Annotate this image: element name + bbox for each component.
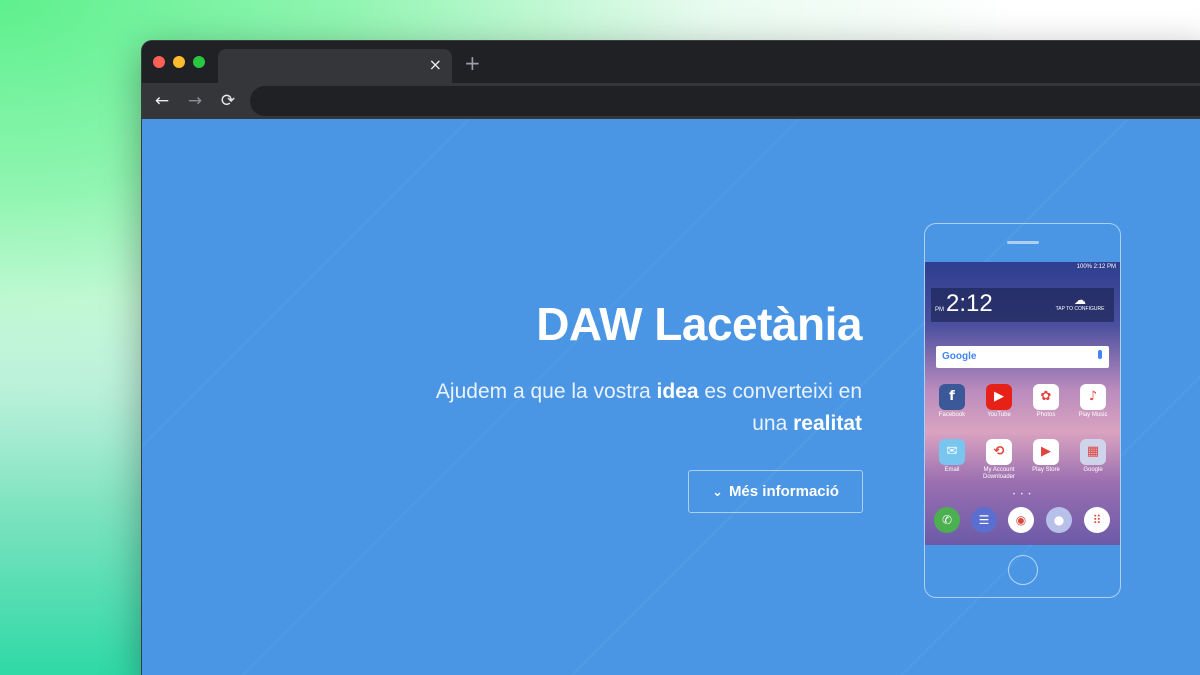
minimize-window-button[interactable] [173, 56, 185, 68]
clock-time: 2:12 [946, 290, 993, 317]
weather-widget: ☁ TAP TO CONFIGURE [1050, 294, 1110, 312]
reload-icon[interactable]: ⟳ [218, 91, 238, 111]
phone-speaker [1007, 241, 1039, 244]
app-icon: ♪ [1080, 384, 1106, 410]
mic-icon [1098, 350, 1102, 359]
clock-ampm: PM [935, 307, 944, 313]
close-window-button[interactable] [153, 56, 165, 68]
address-bar[interactable] [250, 86, 1200, 116]
phone-mockup: 100% 2:12 PM PM 2:12 ☁ TAP TO CONFIGURE … [924, 223, 1121, 598]
app-label: Photos [1036, 412, 1056, 418]
apps-icon: ⠿ [1084, 507, 1110, 533]
app-label: My Account Downloader [982, 467, 1016, 480]
app-youtube: ▶ YouTube [976, 384, 1022, 419]
chrome-icon: ◉ [1008, 507, 1034, 533]
phone-status-bar: 100% 2:12 PM [1076, 264, 1116, 270]
hero-title: DAW Lacetània [536, 298, 862, 350]
weather-label: TAP TO CONFIGURE [1055, 306, 1105, 312]
app-email: ✉ Email [929, 439, 975, 474]
app-google: ▦ Google [1070, 439, 1116, 474]
app-label: Play Music [1078, 412, 1108, 418]
app-icon: f [939, 384, 965, 410]
app-label: Facebook [938, 412, 966, 418]
app-icon: ▦ [1080, 439, 1106, 465]
more-info-button[interactable]: ⌄ Més informació [688, 470, 863, 513]
messages-icon: ☰ [971, 507, 997, 533]
forward-arrow-icon[interactable]: → [185, 91, 205, 111]
new-tab-button[interactable]: + [464, 52, 481, 74]
more-info-label: Més informació [728, 483, 839, 500]
close-icon[interactable]: × [429, 55, 442, 75]
title-bar: × + [142, 41, 1200, 83]
chevron-down-icon: ⌄ [712, 485, 723, 500]
hero-subtitle-bold-realitat: realitat [793, 412, 862, 435]
page-indicator: • • • [1013, 492, 1033, 498]
app-play-store: ▶ Play Store [1023, 439, 1069, 474]
hero-subtitle: Ajudem a que la vostra idea es convertei… [402, 376, 862, 440]
phone-icon: ✆ [934, 507, 960, 533]
maximize-window-button[interactable] [193, 56, 205, 68]
app-play-music: ♪ Play Music [1070, 384, 1116, 419]
hero-subtitle-bold-idea: idea [656, 380, 699, 403]
phone-home-button [1008, 555, 1038, 585]
clock-widget: PM 2:12 ☁ TAP TO CONFIGURE [931, 288, 1114, 322]
app-icon: ⟲ [986, 439, 1012, 465]
app-icon: ▶ [1033, 439, 1059, 465]
google-logo: Google [942, 351, 977, 362]
app-icon: ✿ [1033, 384, 1059, 410]
google-search-bar: Google [936, 346, 1109, 368]
app-icon: ✉ [939, 439, 965, 465]
hero-subtitle-text-1: Ajudem a que la vostra [435, 380, 657, 403]
app-icon: ▶ [986, 384, 1012, 410]
phone-screen: 100% 2:12 PM PM 2:12 ☁ TAP TO CONFIGURE … [925, 262, 1120, 545]
browser-toolbar: ← → ⟳ [142, 83, 1200, 119]
app-my-account-downloader: ⟲ My Account Downloader [976, 439, 1022, 481]
camera-icon: ● [1046, 507, 1072, 533]
app-label: YouTube [987, 412, 1011, 418]
browser-window: × + ← → ⟳ DAW Lacetània Ajudem a que la … [142, 41, 1200, 675]
app-label: Google [1083, 467, 1103, 473]
browser-tab[interactable]: × [218, 49, 452, 83]
app-label: Play Store [1032, 467, 1060, 473]
app-facebook: f Facebook [929, 384, 975, 419]
app-photos: ✿ Photos [1023, 384, 1069, 419]
cloud-icon: ☁ [1074, 293, 1086, 307]
app-label: Email [944, 467, 960, 473]
back-arrow-icon[interactable]: ← [152, 91, 172, 111]
page-viewport: DAW Lacetània Ajudem a que la vostra ide… [142, 119, 1200, 675]
